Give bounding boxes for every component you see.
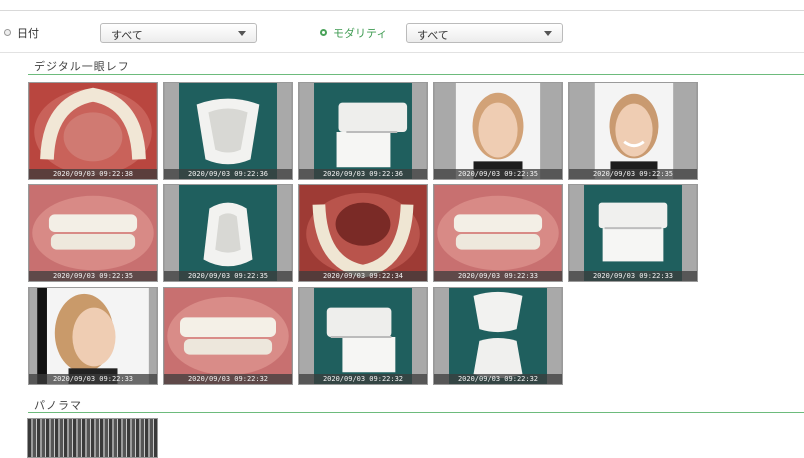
model-photo <box>164 185 292 281</box>
model-photo <box>569 185 697 281</box>
filter-divider <box>0 52 804 53</box>
thumbnail-left-buccal[interactable]: 2020/09/03 09:22:33 <box>433 184 563 282</box>
thumbnail-timestamp: 2020/09/03 09:22:32 <box>299 374 427 384</box>
date-radio-icon[interactable] <box>4 28 11 36</box>
thumbnail-upper-occlusal[interactable]: 2020/09/03 09:22:38 <box>28 82 158 180</box>
thumbnail-face-smile[interactable]: 2020/09/03 09:22:35 <box>568 82 698 180</box>
model-photo <box>164 83 292 179</box>
thumbnail-timestamp: 2020/09/03 09:22:33 <box>29 374 157 384</box>
model-photo <box>299 83 427 179</box>
model-photo <box>434 288 562 384</box>
thumbnail-right-buccal[interactable]: 2020/09/03 09:22:35 <box>28 184 158 282</box>
intraoral-photo <box>164 288 292 384</box>
thumbnail-timestamp: 2020/09/03 09:22:35 <box>164 271 292 281</box>
thumbnail-timestamp: 2020/09/03 09:22:33 <box>569 271 697 281</box>
modality-label: モダリティ <box>333 27 388 40</box>
modality-select-value: すべて <box>417 29 449 42</box>
modality-select[interactable]: すべて <box>406 23 563 43</box>
date-select[interactable]: すべて <box>100 23 257 43</box>
modality-radio-icon[interactable] <box>320 28 327 36</box>
thumbnail-model-front[interactable]: 2020/09/03 09:22:33 <box>568 184 698 282</box>
top-border <box>0 10 804 11</box>
model-photo <box>299 288 427 384</box>
thumbnail-model-open[interactable]: 2020/09/03 09:22:32 <box>433 287 563 385</box>
face-photo <box>434 83 562 179</box>
intraoral-photo <box>29 83 157 179</box>
thumbnail-lower-occlusal[interactable]: 2020/09/03 09:22:34 <box>298 184 428 282</box>
face-photo <box>29 288 157 384</box>
thumbnail-model-side[interactable]: 2020/09/03 09:22:36 <box>298 82 428 180</box>
chevron-down-icon <box>238 31 246 36</box>
thumbnail-face-front[interactable]: 2020/09/03 09:22:35 <box>433 82 563 180</box>
filter-bar: 日付 すべて モダリティ すべて <box>0 12 804 54</box>
thumbnail-timestamp: 2020/09/03 09:22:36 <box>164 169 292 179</box>
intraoral-photo <box>299 185 427 281</box>
thumbnail-model-side-2[interactable]: 2020/09/03 09:22:32 <box>298 287 428 385</box>
thumbnail-face-profile[interactable]: 2020/09/03 09:22:33 <box>28 287 158 385</box>
date-radio[interactable] <box>4 25 18 39</box>
thumbnail-timestamp: 2020/09/03 09:22:35 <box>434 169 562 179</box>
intraoral-photo <box>29 185 157 281</box>
thumbnail-timestamp: 2020/09/03 09:22:34 <box>299 271 427 281</box>
thumbnail-frontal[interactable]: 2020/09/03 09:22:32 <box>163 287 293 385</box>
thumbnail-timestamp: 2020/09/03 09:22:35 <box>29 271 157 281</box>
thumbnail-timestamp: 2020/09/03 09:22:38 <box>29 169 157 179</box>
intraoral-photo <box>434 185 562 281</box>
thumbnail-timestamp: 2020/09/03 09:22:32 <box>434 374 562 384</box>
date-label: 日付 <box>17 27 39 40</box>
section-divider <box>28 412 804 413</box>
modality-radio[interactable] <box>320 25 334 39</box>
chevron-down-icon <box>544 31 552 36</box>
face-photo <box>569 83 697 179</box>
thumbnail-model-lower-occlusal[interactable]: 2020/09/03 09:22:35 <box>163 184 293 282</box>
date-select-value: すべて <box>111 29 143 42</box>
section-title-panorama: パノラマ <box>34 399 82 412</box>
section-title-dslr: デジタル一眼レフ <box>34 60 130 73</box>
thumbnail-timestamp: 2020/09/03 09:22:36 <box>299 169 427 179</box>
section-divider <box>28 74 804 75</box>
thumbnail-panoramic-xray[interactable] <box>27 418 158 458</box>
thumbnail-model-occlusal[interactable]: 2020/09/03 09:22:36 <box>163 82 293 180</box>
thumbnail-timestamp: 2020/09/03 09:22:35 <box>569 169 697 179</box>
thumbnail-timestamp: 2020/09/03 09:22:32 <box>164 374 292 384</box>
thumbnail-timestamp: 2020/09/03 09:22:33 <box>434 271 562 281</box>
